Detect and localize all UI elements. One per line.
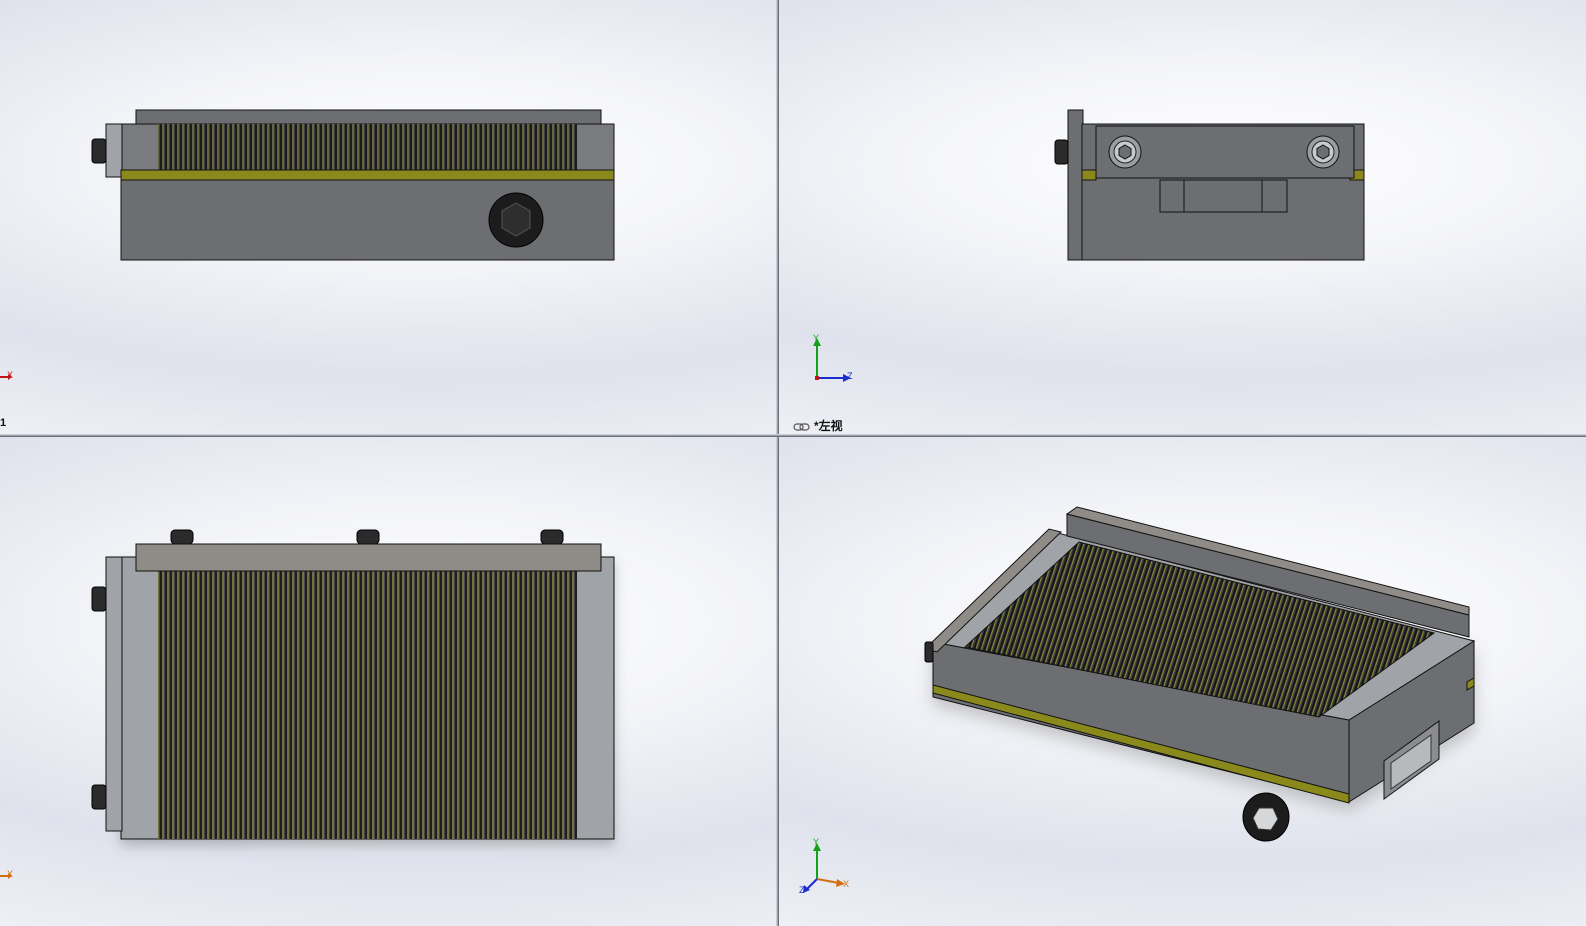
knob-icon <box>1054 139 1069 165</box>
viewport-left-view[interactable]: Y Z *左视 <box>779 0 1586 434</box>
viewport-top-view[interactable]: X <box>0 437 777 926</box>
brass-strip-left <box>1081 169 1097 181</box>
axis-triad-icon: X <box>0 869 20 887</box>
pole-fins <box>158 124 577 170</box>
pole-fins <box>158 571 577 839</box>
axis-z-label: Z <box>847 371 853 381</box>
end-plate <box>105 556 123 832</box>
knob-icon <box>91 138 107 164</box>
screw-head-icon <box>1306 135 1340 169</box>
axis-y-label: Y <box>813 837 820 847</box>
axis-x-label: X <box>7 370 14 380</box>
view-link-icon[interactable] <box>793 419 811 434</box>
end-plate <box>105 123 123 178</box>
axis-triad-icon: Y Z <box>807 333 857 391</box>
viewport-isometric[interactable]: Y Z X <box>779 437 1586 926</box>
axis-x-label: X <box>843 879 850 889</box>
viewport-label: 1 <box>0 417 7 429</box>
vertical-splitter[interactable] <box>776 0 779 926</box>
axis-triad-icon: Y Z X <box>799 837 859 900</box>
axis-z-label: Z <box>799 885 805 895</box>
front-view-model <box>91 109 615 261</box>
top-rail <box>135 543 602 572</box>
hex-socket-icon <box>1242 792 1290 842</box>
hex-socket-icon <box>488 192 544 248</box>
end-plate <box>1067 109 1084 261</box>
screw-head-icon <box>1108 135 1142 169</box>
viewport-front[interactable]: X 1 <box>0 0 777 434</box>
brass-strip <box>120 169 615 181</box>
left-view-model <box>1054 109 1365 261</box>
horizontal-splitter[interactable] <box>0 434 1586 437</box>
viewport-label: *左视 <box>814 419 843 433</box>
axis-x-label: X <box>7 869 14 879</box>
knob-icon <box>924 641 934 663</box>
handle-slot <box>1159 179 1288 213</box>
axis-y-label: Y <box>813 333 820 343</box>
axis-triad-icon: X <box>0 370 20 388</box>
top-view-model <box>91 529 615 840</box>
top-rail <box>135 109 602 126</box>
isometric-model <box>924 506 1476 842</box>
